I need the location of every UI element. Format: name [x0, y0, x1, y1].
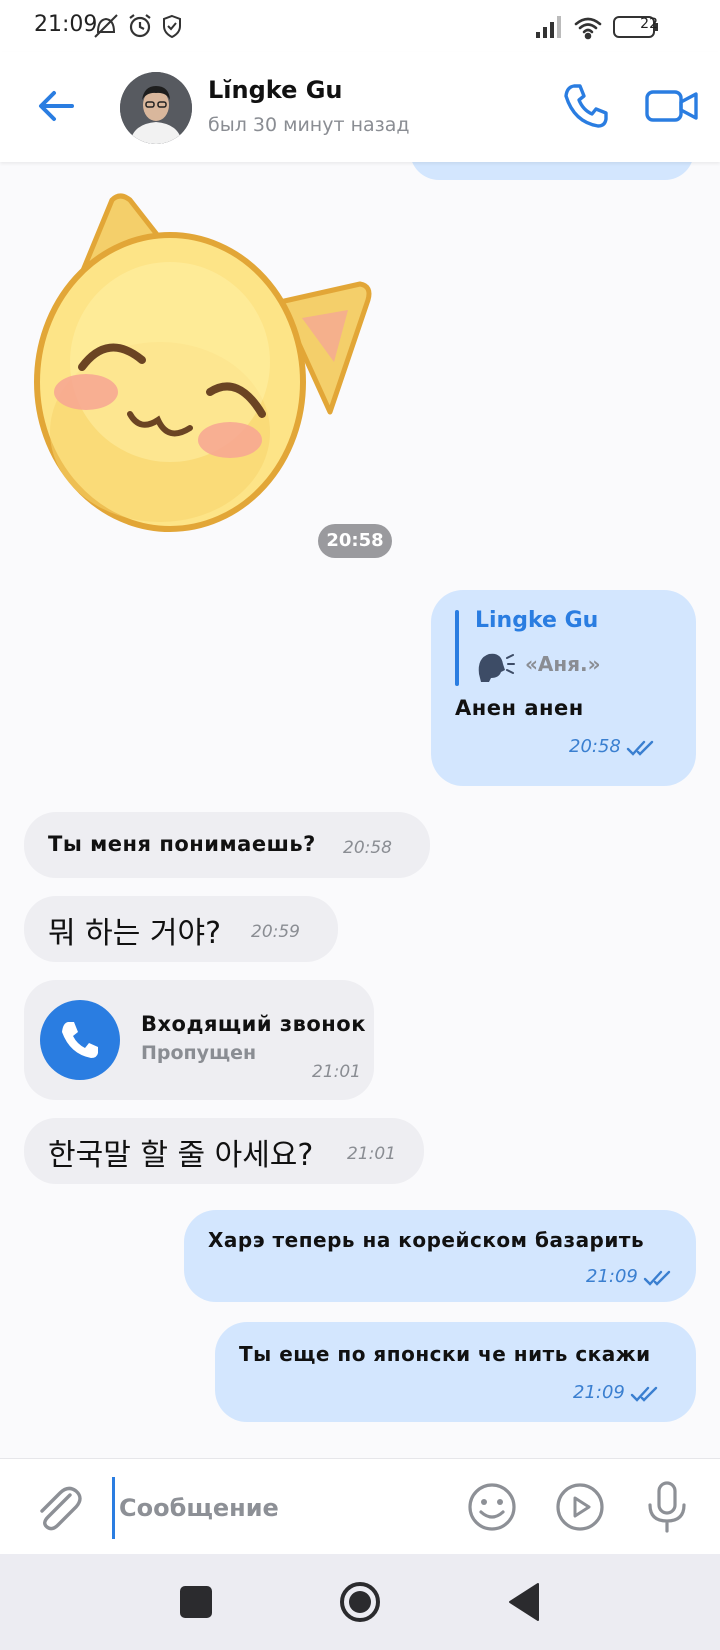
- call-title: Входящий звонок: [141, 1012, 366, 1036]
- message-time: 20:58: [569, 736, 621, 757]
- status-right-icons: [536, 16, 658, 40]
- shield-icon: [163, 14, 181, 39]
- contact-name[interactable]: Lĭngke Gu: [208, 76, 343, 104]
- recent-apps-button[interactable]: [180, 1586, 212, 1618]
- outgoing-message-bubble[interactable]: Харэ теперь на корейском базарить 21:09: [184, 1210, 696, 1302]
- message-time: 21:01: [347, 1144, 396, 1164]
- message-text: Ты меня понимаешь?: [48, 832, 316, 856]
- speaking-head-emoji: [478, 653, 515, 682]
- message-meta: 21:09: [586, 1266, 675, 1287]
- outgoing-message-bubble[interactable]: Ты еще по японски че нить скажи 21:09: [215, 1322, 696, 1422]
- message-input-bar: [0, 1458, 720, 1555]
- video-camera-icon[interactable]: [644, 82, 700, 130]
- status-time: 21:09: [34, 12, 98, 37]
- previous-message-bubble[interactable]: [410, 162, 694, 180]
- message-time: 20:58: [343, 838, 392, 858]
- status-left-icons: [94, 14, 181, 39]
- reply-message-bubble[interactable]: Lingke Gu «Аня.» Анен анен 20:58: [431, 590, 696, 786]
- avatar[interactable]: [120, 72, 192, 144]
- battery-level: 22: [640, 16, 658, 32]
- signal-icon: [536, 16, 561, 38]
- phone-icon: [62, 1022, 98, 1058]
- double-check-icon: [630, 1386, 658, 1402]
- message-time: 21:09: [586, 1266, 638, 1287]
- wifi-icon: [574, 17, 602, 40]
- paperclip-icon[interactable]: [30, 1481, 84, 1535]
- quoted-text: «Аня.»: [525, 652, 601, 676]
- message-text: 한국말 할 줄 아세요?: [48, 1138, 314, 1173]
- cat-sticker[interactable]: [30, 192, 390, 552]
- sticker-time: 20:58: [318, 524, 392, 558]
- incoming-message-bubble[interactable]: 뭐 하는 거야? 20:59: [24, 896, 338, 962]
- status-bar: 21:09 22: [0, 0, 720, 52]
- call-icon-circle[interactable]: [40, 1000, 120, 1080]
- muted-bell-icon: [94, 14, 118, 38]
- back-arrow-icon[interactable]: [34, 84, 78, 128]
- message-time: 21:09: [573, 1382, 625, 1403]
- smiley-icon[interactable]: [466, 1481, 518, 1533]
- message-text: 뭐 하는 거야?: [48, 916, 221, 951]
- incoming-message-bubble[interactable]: 한국말 할 줄 아세요? 21:01: [24, 1118, 424, 1184]
- message-meta: 21:09: [573, 1382, 662, 1403]
- message-time: 20:59: [251, 922, 300, 942]
- reply-quote-bar: [455, 610, 459, 686]
- message-list[interactable]: 20:58 Lingke Gu «Аня.» Анен анен 20:58 Т…: [0, 162, 720, 1458]
- message-input[interactable]: [112, 1477, 451, 1539]
- message-meta: 20:58: [569, 736, 658, 757]
- alarm-icon: [129, 14, 151, 38]
- quoted-author[interactable]: Lingke Gu: [475, 608, 598, 633]
- message-text: Харэ теперь на корейском базарить: [208, 1228, 645, 1252]
- system-back-button[interactable]: [506, 1582, 542, 1622]
- phone-icon[interactable]: [560, 80, 612, 132]
- call-subtitle: Пропущен: [141, 1042, 257, 1064]
- microphone-icon[interactable]: [640, 1479, 694, 1535]
- chat-header: Lĭngke Gu был 30 минут назад: [0, 52, 720, 162]
- home-button[interactable]: [338, 1580, 382, 1624]
- incoming-message-bubble[interactable]: Ты меня понимаешь? 20:58: [24, 812, 430, 878]
- avatar-photo: [120, 72, 192, 144]
- double-check-icon: [643, 1270, 671, 1286]
- double-check-icon: [626, 740, 654, 756]
- contact-status: был 30 минут назад: [208, 114, 410, 136]
- message-text: Ты еще по японски че нить скажи: [239, 1342, 651, 1366]
- message-time: 21:01: [312, 1062, 361, 1082]
- missed-call-bubble[interactable]: Входящий звонок Пропущен 21:01: [24, 980, 374, 1100]
- message-text: Анен анен: [455, 696, 584, 720]
- play-circle-icon[interactable]: [554, 1481, 606, 1533]
- system-navigation-bar: [0, 1554, 720, 1650]
